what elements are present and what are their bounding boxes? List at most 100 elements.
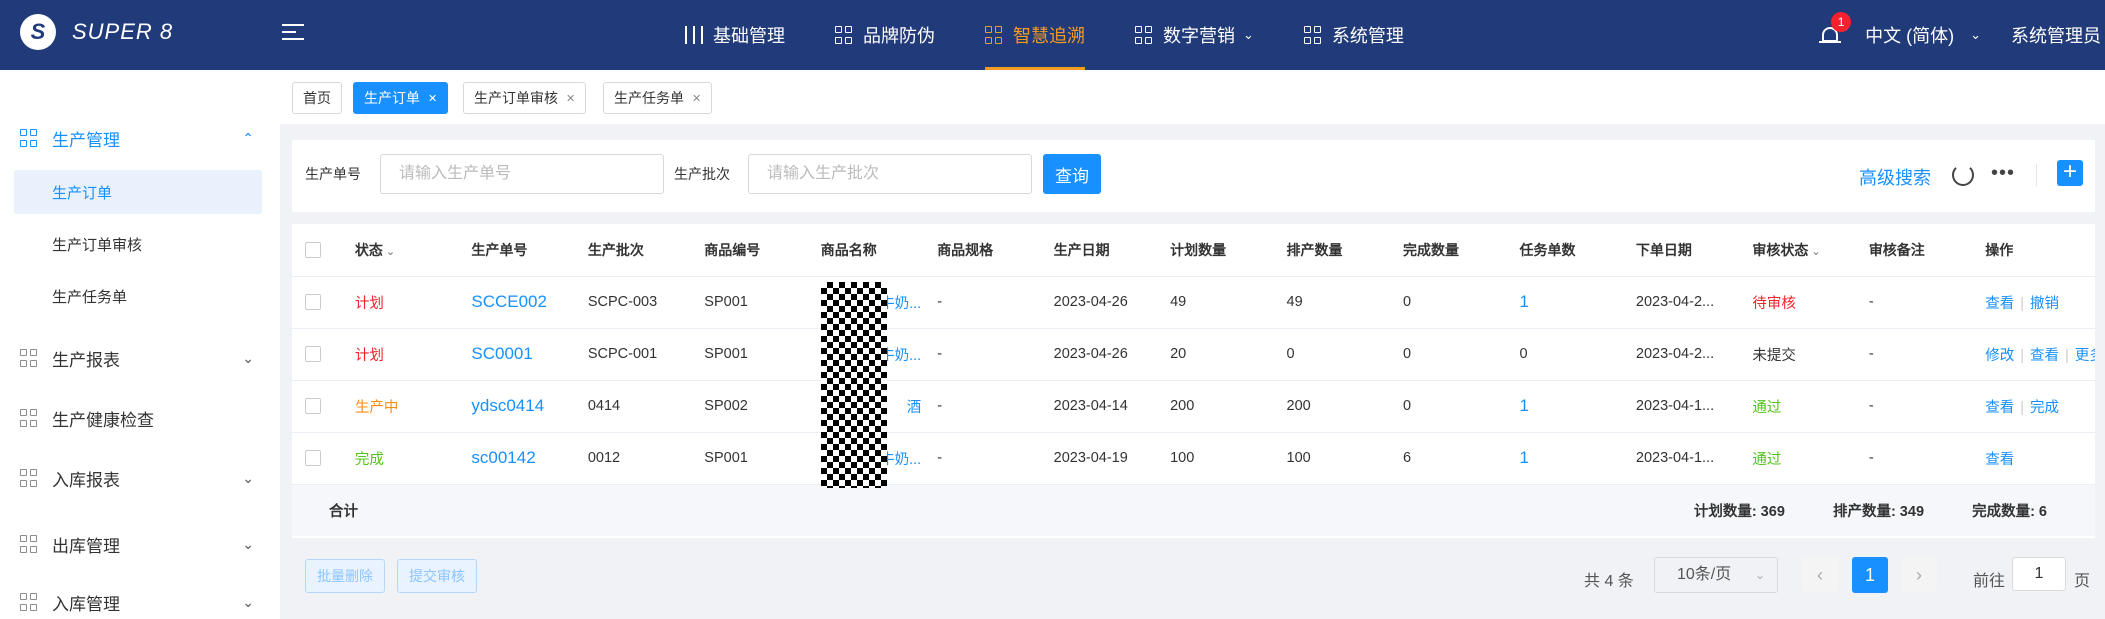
edit-button[interactable]: 修改: [1985, 348, 2014, 364]
sidebar-group-inbound-management[interactable]: 入库管理 ⌄: [0, 582, 280, 619]
view-button[interactable]: 查看: [1985, 296, 2014, 312]
topnav-system-management[interactable]: 系统管理: [1279, 0, 1429, 70]
task-count-link[interactable]: 1: [1509, 380, 1626, 433]
topnav-brand-anticounterfeit[interactable]: 品牌防伪: [810, 0, 960, 70]
batch-cell: 0414: [577, 380, 695, 433]
task-count-link[interactable]: 1: [1509, 276, 1626, 329]
sidebar-item-production-order-audit[interactable]: 生产订单审核: [14, 222, 262, 266]
topnav-smart-trace[interactable]: 智慧追溯: [960, 0, 1110, 70]
batch-delete-button[interactable]: 批量删除: [305, 559, 385, 593]
row-checkbox[interactable]: [305, 450, 321, 467]
done-qty-cell: 6: [1393, 432, 1510, 485]
close-icon[interactable]: ✕: [692, 92, 701, 105]
next-page-button[interactable]: ›: [1901, 557, 1937, 593]
menu-toggle-icon[interactable]: [282, 24, 304, 44]
more-icon[interactable]: •••: [1991, 162, 2015, 185]
audit-status-cell: 待审核: [1742, 276, 1859, 329]
refresh-icon[interactable]: [1952, 164, 1974, 186]
order-date-cell: 2023-04-2...: [1625, 328, 1743, 381]
view-button[interactable]: 查看: [1985, 452, 2014, 468]
tab-label: 生产任务单: [614, 90, 684, 106]
col-product-name: 商品名称: [810, 224, 928, 277]
summary-row: 合计 计划数量: 369 排产数量: 349 完成数量: 6: [292, 484, 2095, 536]
sku-cell: SP001: [694, 276, 811, 329]
tab-production-order-audit[interactable]: 生产订单审核 ✕: [463, 82, 587, 114]
logo[interactable]: S SUPER 8: [20, 14, 173, 50]
tab-production-task[interactable]: 生产任务单 ✕: [603, 82, 713, 114]
sku-cell: SP001: [694, 432, 811, 485]
col-actions: 操作: [1975, 224, 2095, 277]
sidebar-item-production-order[interactable]: 生产订单: [14, 170, 262, 214]
language-label: 中文 (简体): [1865, 26, 1955, 46]
order-no-link[interactable]: ydsc0414: [461, 380, 578, 433]
summary-values: 计划数量: 369 排产数量: 349 完成数量: 6: [461, 484, 2095, 536]
view-button[interactable]: 查看: [1985, 400, 2014, 416]
sidebar-group-production-management[interactable]: 生产管理 ⌃: [0, 110, 280, 166]
tab-label: 首页: [303, 90, 331, 106]
close-icon[interactable]: ✕: [566, 92, 575, 105]
grid-icon: [20, 593, 38, 611]
order-no-link[interactable]: SC0001: [461, 328, 578, 381]
sched-qty-cell: 0: [1276, 328, 1393, 381]
sidebar-group-production-report[interactable]: 生产报表 ⌄: [0, 330, 280, 386]
chevron-down-icon: ⌄: [242, 349, 254, 366]
status-cell: 完成: [344, 432, 462, 485]
grid-icon: [20, 349, 38, 367]
advanced-search-link[interactable]: 高级搜索: [1859, 164, 1931, 190]
header-right: 1 中文 (简体) ⌄ 系统管理员: [1819, 0, 2105, 70]
tab-label: 生产订单审核: [474, 90, 558, 106]
complete-button[interactable]: 完成: [2030, 400, 2059, 416]
query-button[interactable]: 查询: [1043, 154, 1101, 194]
sidebar-group-inbound-report[interactable]: 入库报表 ⌄: [0, 450, 280, 506]
topnav-digital-marketing[interactable]: 数字营销 ⌄: [1110, 0, 1279, 70]
task-count-link[interactable]: 1: [1509, 432, 1626, 485]
select-all-checkbox[interactable]: [305, 242, 321, 259]
divider: [2036, 164, 2037, 186]
chevron-down-icon: ⌄: [385, 245, 396, 258]
sliders-icon: [685, 26, 703, 44]
sku-cell: SP001: [694, 328, 811, 381]
order-no-link[interactable]: SCCE002: [461, 276, 578, 329]
col-audit-status[interactable]: 审核状态 ⌄: [1742, 224, 1859, 277]
bell-icon[interactable]: 1: [1819, 12, 1852, 46]
status-cell: 计划: [344, 276, 462, 329]
prev-page-button[interactable]: ‹: [1802, 557, 1838, 593]
batch-input[interactable]: [748, 154, 1032, 194]
goto-page-input[interactable]: [2012, 557, 2066, 591]
grid-icon: [985, 26, 1003, 44]
page-size-select[interactable]: 10条/页 ⌄: [1654, 557, 1778, 593]
sidebar-group-label: 出库管理: [52, 536, 120, 556]
col-prod-date: 生产日期: [1043, 224, 1161, 277]
spec-cell: -: [927, 328, 1044, 381]
chevron-down-icon: ⌄: [242, 535, 254, 552]
summary-done: 完成数量: 6: [1972, 503, 2047, 520]
tab-home[interactable]: 首页: [292, 82, 342, 114]
row-checkbox[interactable]: [305, 346, 321, 363]
plan-qty-cell: 200: [1160, 380, 1277, 433]
sched-qty-cell: 49: [1276, 276, 1393, 329]
revoke-button[interactable]: 撤销: [2030, 296, 2059, 312]
more-button[interactable]: 更多: [2075, 348, 2095, 364]
audit-remark-cell: -: [1858, 276, 1976, 329]
submit-audit-button[interactable]: 提交审核: [397, 559, 477, 593]
user-menu[interactable]: 系统管理员: [2011, 22, 2101, 48]
actions-cell: 修改|查看|更多: [1975, 328, 2095, 381]
col-status[interactable]: 状态 ⌄: [344, 224, 462, 277]
row-checkbox[interactable]: [305, 398, 321, 415]
row-checkbox[interactable]: [305, 294, 321, 311]
close-icon[interactable]: ✕: [428, 92, 437, 105]
order-no-input[interactable]: [380, 154, 664, 194]
sidebar-group-label: 入库报表: [52, 470, 120, 490]
sidebar-item-production-task[interactable]: 生产任务单: [14, 274, 262, 318]
order-no-link[interactable]: sc00142: [461, 432, 578, 485]
logo-icon: S: [20, 14, 56, 50]
sidebar-group-outbound-management[interactable]: 出库管理 ⌄: [0, 516, 280, 572]
tab-production-order[interactable]: 生产订单 ✕: [353, 82, 449, 114]
page-button-current[interactable]: 1: [1852, 557, 1888, 593]
add-button[interactable]: +: [2057, 160, 2083, 186]
sidebar-group-production-health-check[interactable]: 生产健康检查: [0, 390, 280, 446]
language-selector[interactable]: 中文 (简体) ⌄: [1865, 22, 1981, 48]
view-button[interactable]: 查看: [2030, 348, 2059, 364]
topnav-basic-management[interactable]: 基础管理: [660, 0, 810, 70]
col-spec: 商品规格: [927, 224, 1044, 277]
